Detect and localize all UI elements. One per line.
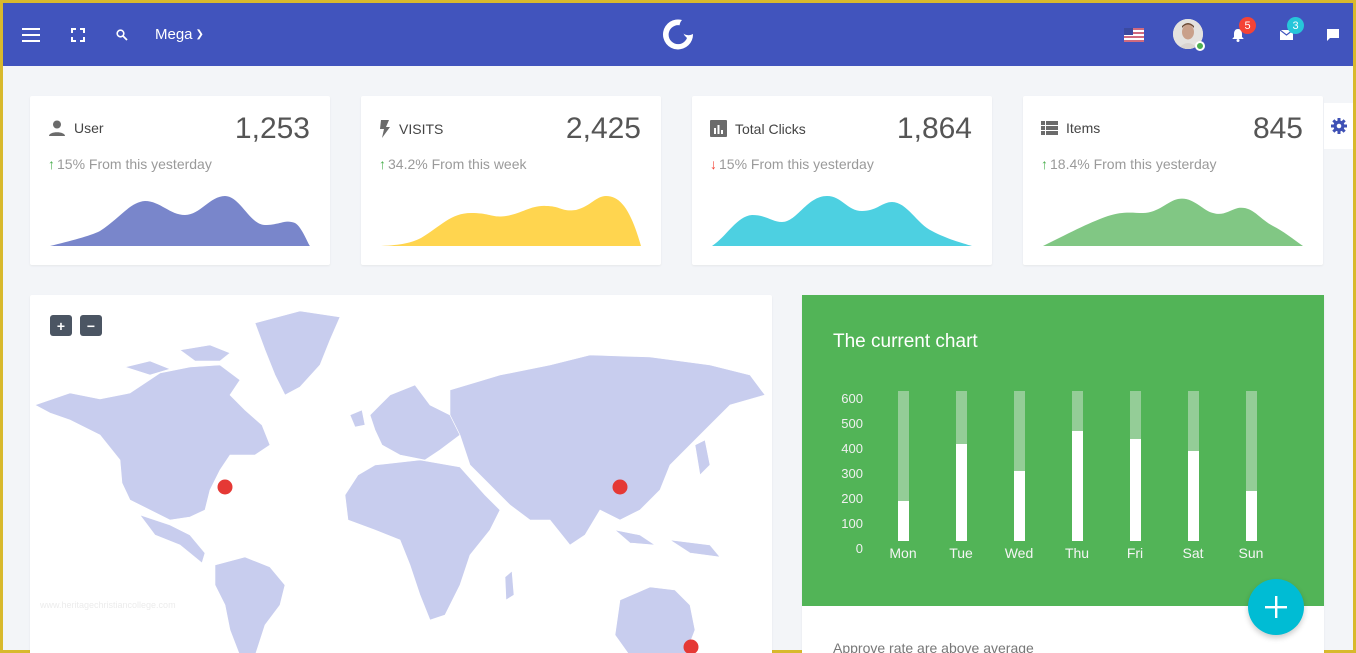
stat-delta: 15% From this yesterday xyxy=(57,156,212,172)
plus-icon xyxy=(1265,596,1287,618)
arrow-down-icon: ↓ xyxy=(710,156,717,172)
messages-badge: 3 xyxy=(1287,17,1304,34)
gear-icon xyxy=(1330,118,1347,134)
x-tick-label: Sun xyxy=(1238,545,1264,561)
bar-tue[interactable] xyxy=(956,443,967,541)
x-tick-label: Wed xyxy=(1004,545,1034,561)
x-tick-label: Sat xyxy=(1182,545,1204,561)
map-region-australia xyxy=(614,586,696,653)
sparkline-items xyxy=(1043,198,1303,246)
x-tick-label: Mon xyxy=(889,545,917,561)
add-fab-button[interactable] xyxy=(1248,579,1304,635)
stat-value: 845 xyxy=(1252,112,1303,145)
map-region-asia xyxy=(449,354,766,546)
map-region-north-america xyxy=(34,364,271,521)
stat-delta: 15% From this yesterday xyxy=(719,156,874,172)
y-tick-label: 600 xyxy=(841,391,863,406)
search-icon xyxy=(116,28,128,41)
current-chart-card: The current chart 600 500 400 300 200 100 0 Mon… xyxy=(802,295,1324,653)
bar-sun[interactable] xyxy=(1246,491,1257,541)
bar-wed[interactable] xyxy=(1014,471,1025,541)
bolt-icon xyxy=(380,120,390,138)
stat-value: 1,864 xyxy=(896,112,972,145)
x-tick-label: Fri xyxy=(1126,545,1144,561)
settings-toggle[interactable] xyxy=(1324,103,1353,149)
y-tick-label: 500 xyxy=(841,416,863,431)
y-tick-label: 400 xyxy=(841,441,863,456)
chevron-down-icon: ❯ xyxy=(195,29,204,40)
stat-value: 2,425 xyxy=(565,112,641,145)
chart-footer-text: Approve rate are above average xyxy=(833,640,1034,653)
chat-button[interactable] xyxy=(1322,3,1344,66)
stat-card-items: Items 845 ↑ 18.4% From this yesterday xyxy=(1023,96,1323,265)
menu-button[interactable] xyxy=(17,3,45,66)
fullscreen-button[interactable] xyxy=(67,3,89,66)
map-region-africa xyxy=(344,459,501,621)
world-map-card: + − www.heritagechristiancollege.com xyxy=(30,295,772,653)
stat-delta: 18.4% From this yesterday xyxy=(1050,156,1217,172)
map-region-greenland xyxy=(254,310,341,396)
bar-sat[interactable] xyxy=(1188,451,1199,541)
stat-label: VISITS xyxy=(399,121,444,137)
sparkline-user xyxy=(50,196,310,246)
bar-mon[interactable] xyxy=(898,501,909,541)
map-marker-new-york[interactable] xyxy=(217,479,233,495)
map-region-europe xyxy=(369,384,461,461)
y-tick-label: 0 xyxy=(855,541,863,556)
stat-label: Items xyxy=(1066,120,1101,136)
hamburger-icon xyxy=(22,27,40,42)
sparkline-clicks xyxy=(712,196,972,246)
stat-delta: 34.2% From this week xyxy=(388,156,527,172)
chat-icon xyxy=(1327,28,1339,41)
bar-fri[interactable] xyxy=(1130,438,1141,541)
mega-menu-dropdown[interactable]: Mega ❯ xyxy=(155,3,204,66)
notifications-badge: 5 xyxy=(1239,17,1256,34)
notifications-button[interactable] xyxy=(1227,3,1249,66)
y-tick-label: 300 xyxy=(841,466,863,481)
map-marker-beijing[interactable] xyxy=(612,479,628,495)
person-icon xyxy=(49,120,65,136)
language-selector[interactable] xyxy=(1123,3,1145,66)
chart-title: The current chart xyxy=(833,331,978,352)
y-tick-label: 200 xyxy=(841,491,863,506)
stat-value: 1,253 xyxy=(234,112,310,145)
online-status-dot xyxy=(1195,41,1205,51)
x-tick-label: Tue xyxy=(949,545,973,561)
stat-card-visits: VISITS 2,425 ↑ 34.2% From this week xyxy=(361,96,661,265)
arrow-up-icon: ↑ xyxy=(48,156,55,172)
mega-menu-label: Mega xyxy=(155,26,193,43)
us-flag-icon xyxy=(1124,27,1144,42)
list-icon xyxy=(1041,121,1058,135)
stat-label: User xyxy=(74,120,104,136)
fullscreen-icon xyxy=(71,27,85,42)
map-region-south-america xyxy=(214,556,286,653)
arrow-up-icon: ↑ xyxy=(1041,156,1048,172)
bar-chart-icon xyxy=(710,120,727,137)
search-button[interactable] xyxy=(111,3,133,66)
bar-thu[interactable] xyxy=(1072,431,1083,541)
moon-logo-icon xyxy=(663,19,694,50)
stat-card-clicks: Total Clicks 1,864 ↓ 15% From this yeste… xyxy=(692,96,992,265)
chart-panel: The current chart 600 500 400 300 200 100 0 Mon… xyxy=(802,295,1324,606)
messages-button[interactable] xyxy=(1275,3,1297,66)
sparkline-visits xyxy=(381,196,641,246)
arrow-up-icon: ↑ xyxy=(379,156,386,172)
x-tick-label: Thu xyxy=(1064,545,1090,561)
top-navbar: Mega ❯ 5 3 xyxy=(3,3,1353,66)
y-tick-label: 100 xyxy=(841,516,863,531)
map-watermark: www.heritagechristiancollege.com xyxy=(40,600,176,610)
stat-card-user: User 1,253 ↑ 15% From this yesterday xyxy=(30,96,330,265)
stat-label: Total Clicks xyxy=(735,120,806,137)
